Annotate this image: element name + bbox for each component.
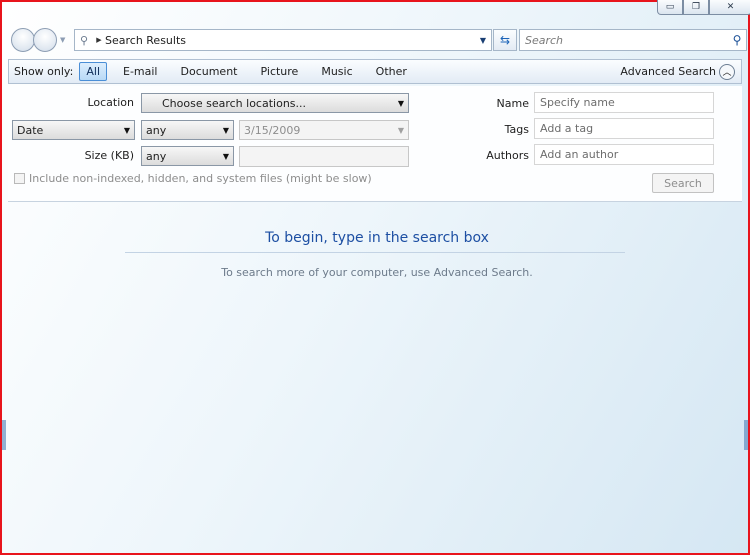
include-nonindexed-checkbox[interactable] <box>14 173 25 184</box>
breadcrumb-arrow-icon[interactable]: ▶ <box>93 36 105 44</box>
explorer-window: ▭ ❐ ✕ ▼ ⚲ ▶ Search Results ▼ ⇆ ⚲ Show on… <box>0 0 750 555</box>
chevron-down-icon: ▼ <box>397 125 404 135</box>
empty-state-hint: To search more of your computer, use Adv… <box>221 266 533 279</box>
refresh-button[interactable]: ⇆ <box>493 29 517 51</box>
filter-tab-other[interactable]: Other <box>369 62 414 81</box>
chevron-down-icon: ▼ <box>222 125 229 135</box>
collapse-chevron-icon: ︿ <box>719 63 735 80</box>
advanced-search-label: Advanced Search <box>620 65 716 78</box>
chevron-down-icon: ▼ <box>123 125 130 135</box>
date-type-value: Date <box>17 123 44 137</box>
advanced-search-panel: Location Choose search locations... ▼ Da… <box>8 86 742 202</box>
close-button[interactable]: ✕ <box>709 0 750 15</box>
filter-tab-email[interactable]: E-mail <box>116 62 165 81</box>
filter-tab-music[interactable]: Music <box>314 62 359 81</box>
tags-placeholder: Add a tag <box>540 122 594 135</box>
resize-edge-right <box>744 420 748 450</box>
filter-tab-picture[interactable]: Picture <box>254 62 306 81</box>
date-value: 3/15/2009 <box>244 123 301 137</box>
filter-tab-document[interactable]: Document <box>174 62 245 81</box>
authors-label: Authors <box>486 149 529 162</box>
location-value: Choose search locations... <box>162 96 307 110</box>
refresh-icon: ⇆ <box>499 33 511 47</box>
maximize-button[interactable]: ❐ <box>683 0 709 15</box>
include-nonindexed-label: Include non-indexed, hidden, and system … <box>29 172 372 185</box>
restore-icon: ❐ <box>691 2 701 12</box>
filter-bar: Show only: All E-mail Document Picture M… <box>8 59 742 84</box>
include-nonindexed-option[interactable]: Include non-indexed, hidden, and system … <box>14 172 372 185</box>
authors-field[interactable]: Add an author <box>534 144 714 165</box>
empty-state-heading: To begin, type in the search box <box>265 230 489 246</box>
search-folder-icon: ⚲ <box>79 33 89 47</box>
tags-label: Tags <box>504 123 529 136</box>
divider <box>125 252 625 253</box>
location-label: Location <box>87 96 134 109</box>
name-field[interactable]: Specify name <box>534 92 714 113</box>
back-button[interactable] <box>11 28 35 52</box>
caption-buttons: ▭ ❐ ✕ <box>657 0 750 15</box>
authors-placeholder: Add an author <box>540 148 619 161</box>
resize-edge-left <box>2 420 6 450</box>
date-type-dropdown[interactable]: Date ▼ <box>12 120 135 140</box>
size-condition-value: any <box>146 149 167 163</box>
size-condition-dropdown[interactable]: any ▼ <box>141 146 234 166</box>
show-only-label: Show only: <box>14 65 74 78</box>
address-dropdown-icon[interactable]: ▼ <box>475 36 491 45</box>
name-placeholder: Specify name <box>540 96 615 109</box>
forward-button[interactable] <box>33 28 57 52</box>
date-condition-value: any <box>146 123 167 137</box>
size-value-field[interactable] <box>239 146 409 167</box>
search-input[interactable] <box>525 33 728 47</box>
navigation-row: ▼ ⚲ ▶ Search Results ▼ ⇆ ⚲ <box>8 27 747 55</box>
name-label: Name <box>496 97 529 110</box>
advanced-search-toggle[interactable]: Advanced Search ︿ <box>620 63 735 80</box>
close-icon: ✕ <box>726 2 735 12</box>
size-label: Size (KB) <box>84 149 134 162</box>
minimize-icon: ▭ <box>665 2 675 12</box>
chevron-down-icon: ▼ <box>397 98 404 108</box>
search-box[interactable]: ⚲ <box>519 29 747 51</box>
date-value-picker[interactable]: 3/15/2009 ▼ <box>239 120 409 140</box>
recent-pages-dropdown-icon[interactable]: ▼ <box>60 36 65 44</box>
tags-field[interactable]: Add a tag <box>534 118 714 139</box>
address-text: Search Results <box>105 33 187 47</box>
filter-tab-all[interactable]: All <box>79 62 107 81</box>
address-bar[interactable]: ⚲ ▶ Search Results ▼ <box>74 29 492 51</box>
minimize-button[interactable]: ▭ <box>657 0 683 15</box>
chevron-down-icon: ▼ <box>222 151 229 161</box>
advanced-search-button[interactable]: Search <box>652 173 714 193</box>
search-icon[interactable]: ⚲ <box>728 33 746 47</box>
location-dropdown[interactable]: Choose search locations... ▼ <box>141 93 409 113</box>
date-condition-dropdown[interactable]: any ▼ <box>141 120 234 140</box>
